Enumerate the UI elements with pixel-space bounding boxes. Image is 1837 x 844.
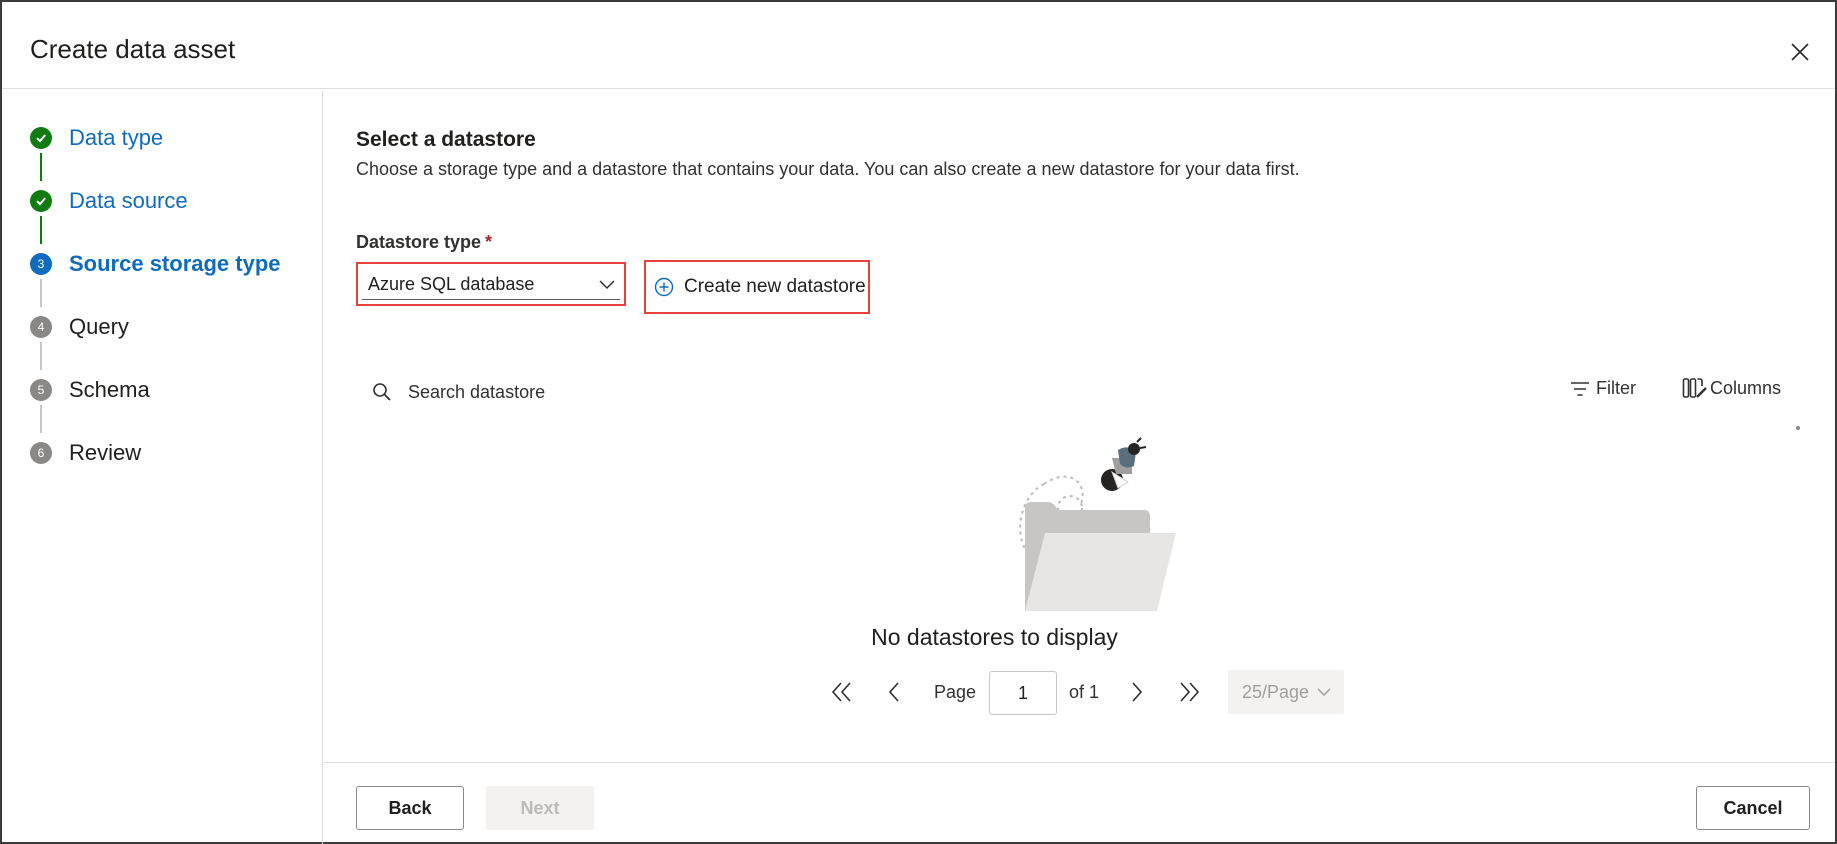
main-panel: Select a datastore Choose a storage type…: [324, 90, 1835, 762]
page-size-dropdown[interactable]: 25/Page: [1228, 670, 1344, 714]
section-title: Select a datastore: [356, 128, 536, 151]
create-data-asset-dialog: Create data asset Data type Data source: [0, 0, 1837, 844]
chevron-left-icon: [888, 682, 899, 702]
search-datastore-input[interactable]: Search datastore: [372, 377, 545, 407]
add-circle-icon: [654, 277, 674, 297]
step-data-type[interactable]: Data type: [30, 123, 163, 153]
create-new-datastore-button[interactable]: Create new datastore: [644, 260, 870, 314]
close-icon: [1791, 43, 1809, 61]
step-label: Data type: [69, 125, 164, 150]
step-review[interactable]: 6 Review: [30, 438, 141, 468]
search-icon: [373, 383, 391, 401]
step-number-badge: 5: [30, 379, 52, 401]
dialog-footer: Back Next Cancel: [324, 762, 1835, 844]
next-page-button[interactable]: [1122, 670, 1152, 714]
required-mark: *: [485, 232, 493, 252]
dialog-title: Create data asset: [30, 34, 236, 64]
double-chevron-left-icon: [831, 682, 851, 702]
chevron-right-icon: [1132, 682, 1143, 702]
first-page-button[interactable]: [827, 670, 857, 714]
cancel-button[interactable]: Cancel: [1696, 786, 1810, 830]
section-description: Choose a storage type and a datastore th…: [356, 159, 1300, 179]
step-connector: [40, 279, 42, 307]
double-chevron-right-icon: [1180, 682, 1200, 702]
close-button[interactable]: [1786, 38, 1814, 66]
checkmark-icon: [30, 190, 52, 212]
columns-button[interactable]: Columns: [1682, 377, 1781, 399]
step-connector: [40, 342, 42, 370]
step-schema[interactable]: 5 Schema: [30, 375, 150, 405]
checkmark-icon: [30, 127, 52, 149]
step-label: Query: [69, 314, 129, 339]
step-number-badge: 6: [30, 442, 52, 464]
chevron-down-icon: [599, 280, 615, 290]
step-label: Source storage type: [69, 251, 281, 276]
last-page-button[interactable]: [1174, 670, 1204, 714]
step-label: Schema: [69, 377, 150, 402]
filter-label: Filter: [1596, 378, 1636, 398]
step-data-source[interactable]: Data source: [30, 186, 188, 216]
wizard-steps: Data type Data source 3 Source storage t…: [2, 90, 323, 844]
datastore-type-dropdown[interactable]: Azure SQL database: [356, 262, 626, 306]
page-label: Page: [934, 682, 977, 702]
columns-label: Columns: [1710, 377, 1782, 398]
column-edit-icon: [1682, 378, 1707, 398]
empty-state-message: No datastores to display: [871, 624, 1118, 650]
step-label: Review: [69, 440, 142, 465]
dialog-header: Create data asset: [2, 2, 1835, 89]
step-number-badge: 4: [30, 316, 52, 338]
dropdown-selected-value: Azure SQL database: [368, 273, 535, 294]
step-query[interactable]: 4 Query: [30, 312, 129, 342]
step-source-storage-type[interactable]: 3 Source storage type: [30, 249, 281, 279]
step-number-badge: 3: [30, 253, 52, 275]
scroll-indicator: [1796, 426, 1800, 430]
page-size-value: 25/Page: [1242, 681, 1310, 702]
step-connector: [40, 153, 42, 181]
step-connector: [40, 216, 42, 244]
chevron-down-icon: [1317, 688, 1331, 697]
page-number-input[interactable]: 1: [989, 671, 1057, 715]
search-placeholder: Search datastore: [408, 381, 546, 402]
create-new-datastore-label: Create new datastore: [684, 276, 866, 297]
step-label: Data source: [69, 188, 188, 213]
next-button[interactable]: Next: [486, 786, 594, 830]
previous-page-button[interactable]: [879, 670, 909, 714]
datastore-type-label: Datastore type *: [356, 232, 492, 253]
datastore-type-label-text: Datastore type: [356, 232, 482, 252]
filter-icon: [1571, 381, 1589, 396]
step-connector: [40, 405, 42, 433]
filter-button[interactable]: Filter: [1570, 378, 1636, 399]
empty-folder-illustration: [1019, 437, 1176, 611]
total-pages-label: of 1: [1069, 682, 1100, 702]
back-button[interactable]: Back: [356, 786, 464, 830]
